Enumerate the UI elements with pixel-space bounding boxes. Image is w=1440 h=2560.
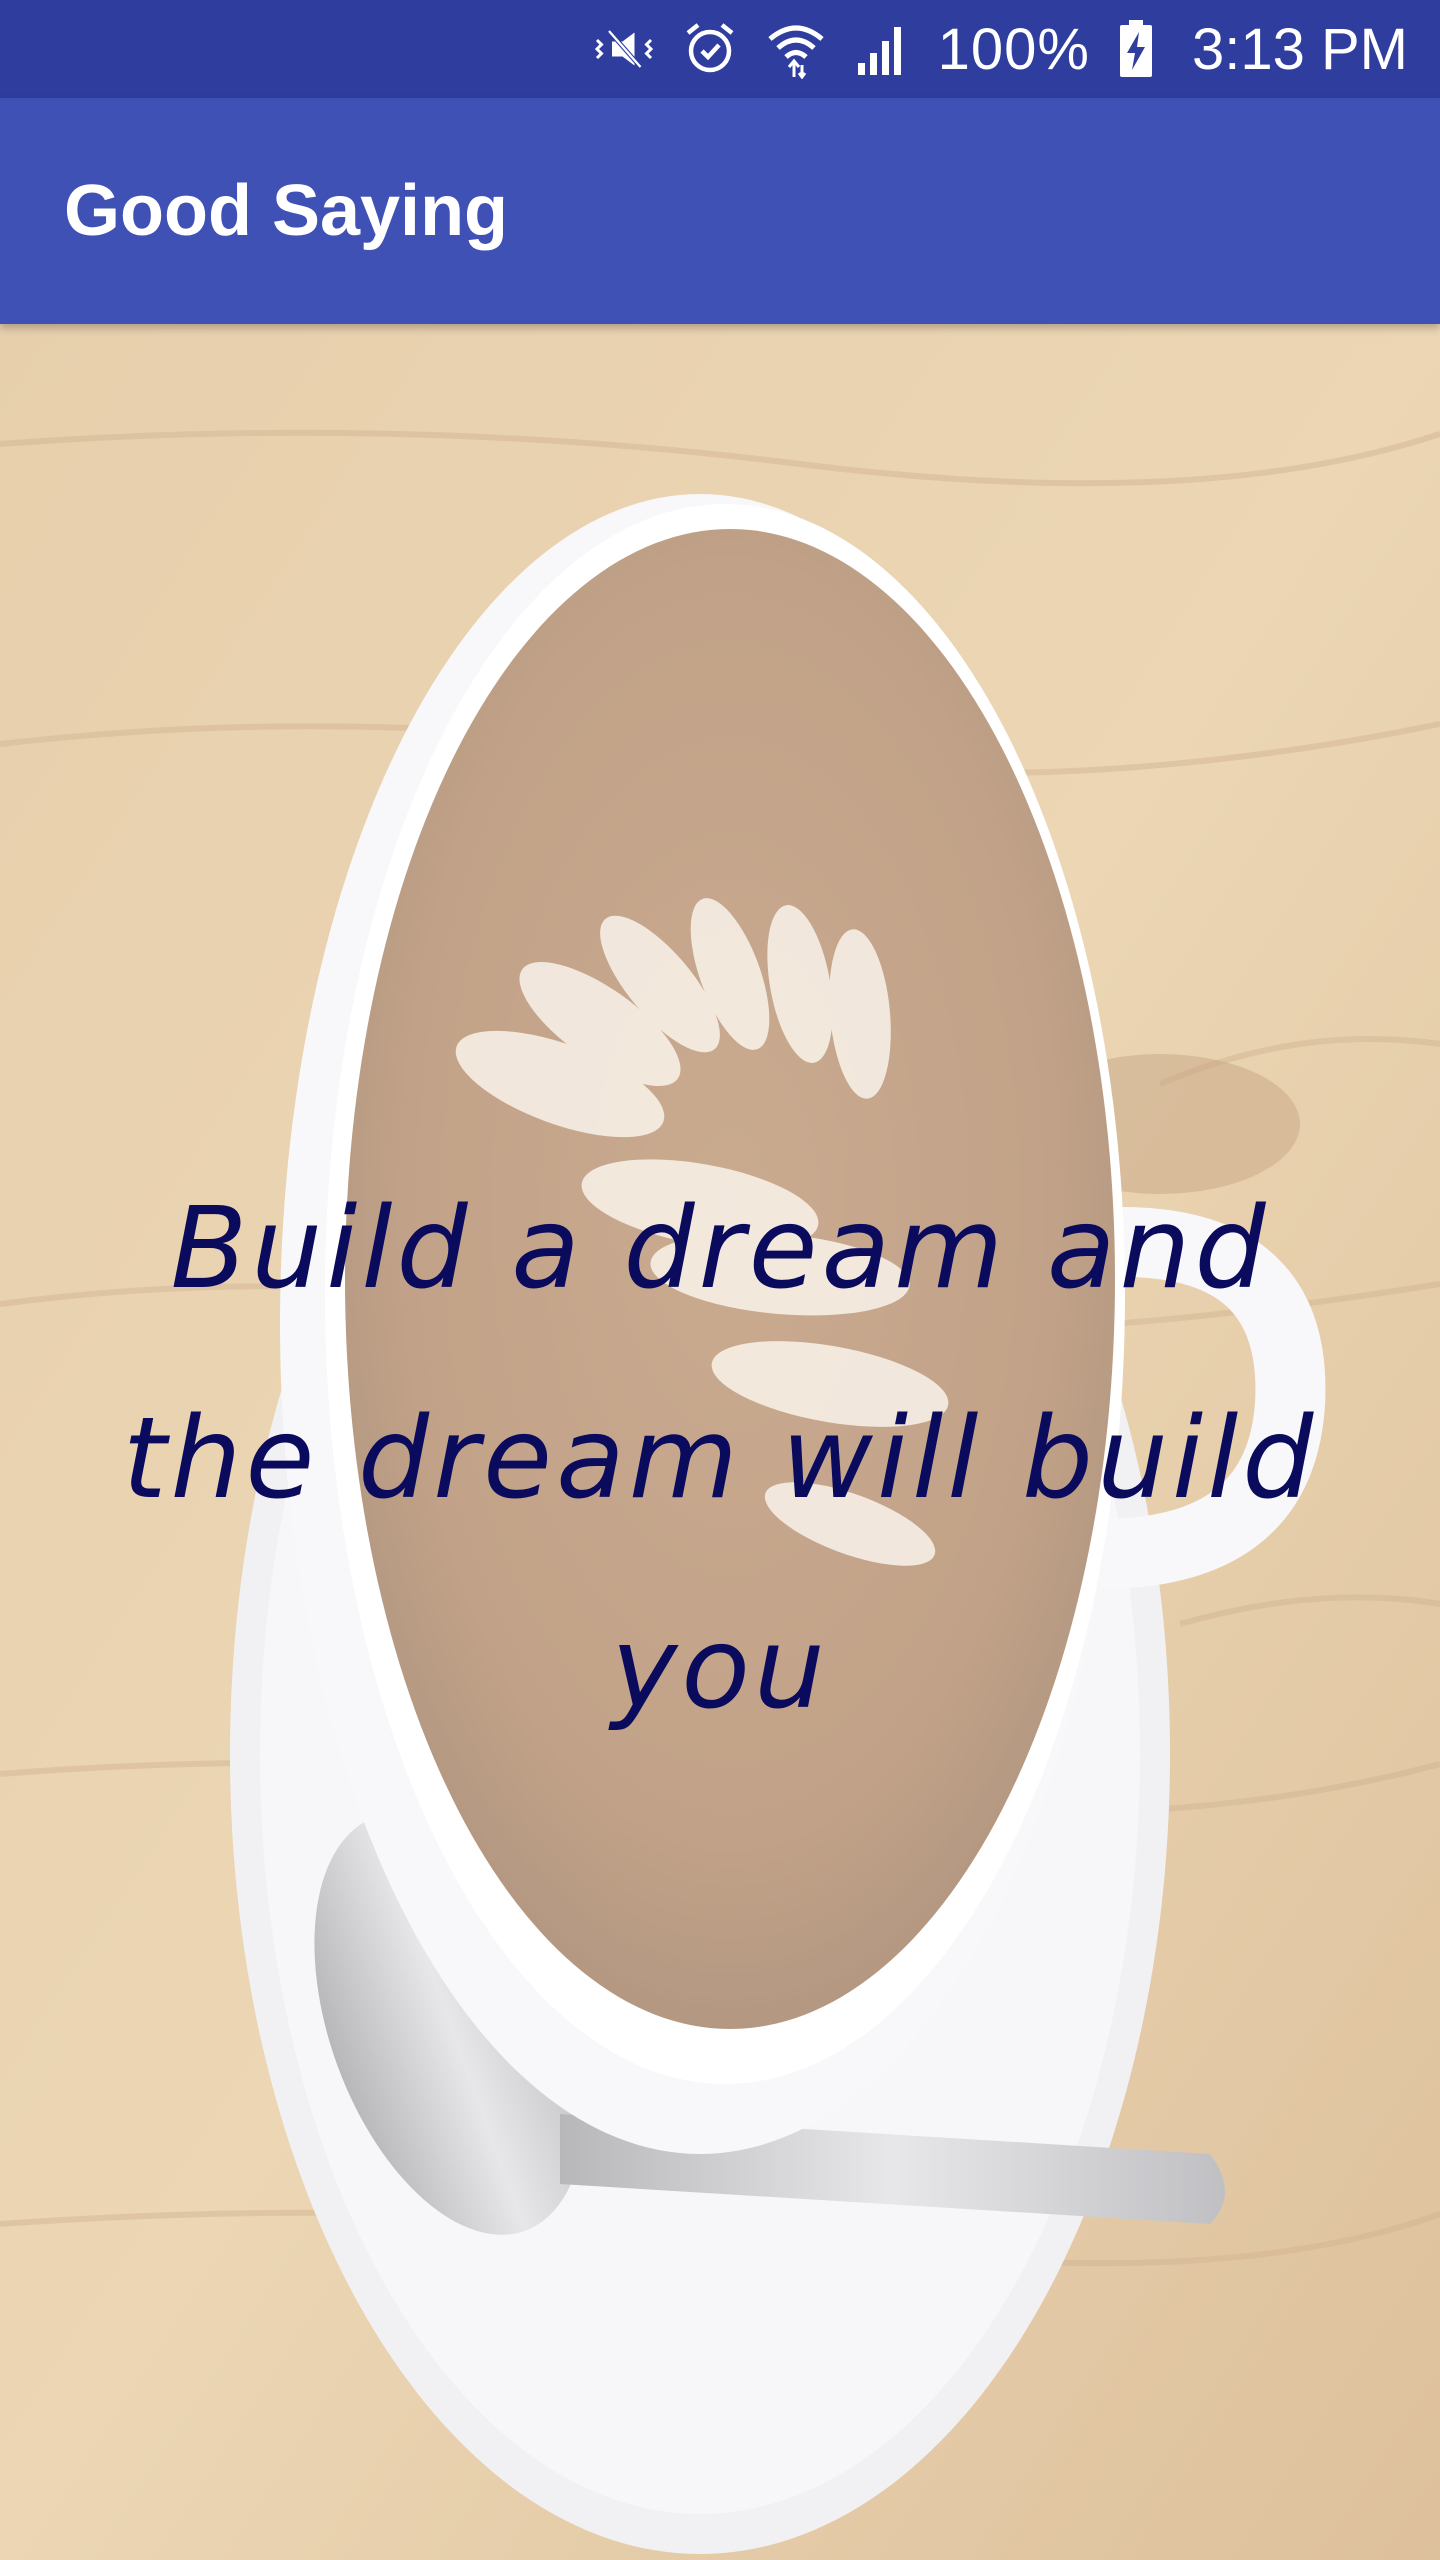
- quote-text: Build a dream and the dream will build y…: [122, 1184, 1318, 1734]
- alarm-icon: [680, 19, 740, 79]
- app-title: Good Saying: [64, 171, 509, 251]
- battery-charging-icon: [1116, 19, 1156, 79]
- main-content: Build a dream and the dream will build y…: [0, 324, 1440, 2560]
- clock: 3:13 PM: [1192, 16, 1408, 82]
- wifi-icon: [766, 19, 826, 79]
- screen: 100% 3:13 PM Good Saying Build a dream a…: [0, 0, 1440, 2560]
- app-bar: Good Saying: [0, 98, 1440, 324]
- battery-percentage: 100%: [937, 16, 1090, 82]
- vibrate-icon: [594, 19, 654, 79]
- status-bar: 100% 3:13 PM: [0, 0, 1440, 98]
- signal-icon: [852, 19, 912, 79]
